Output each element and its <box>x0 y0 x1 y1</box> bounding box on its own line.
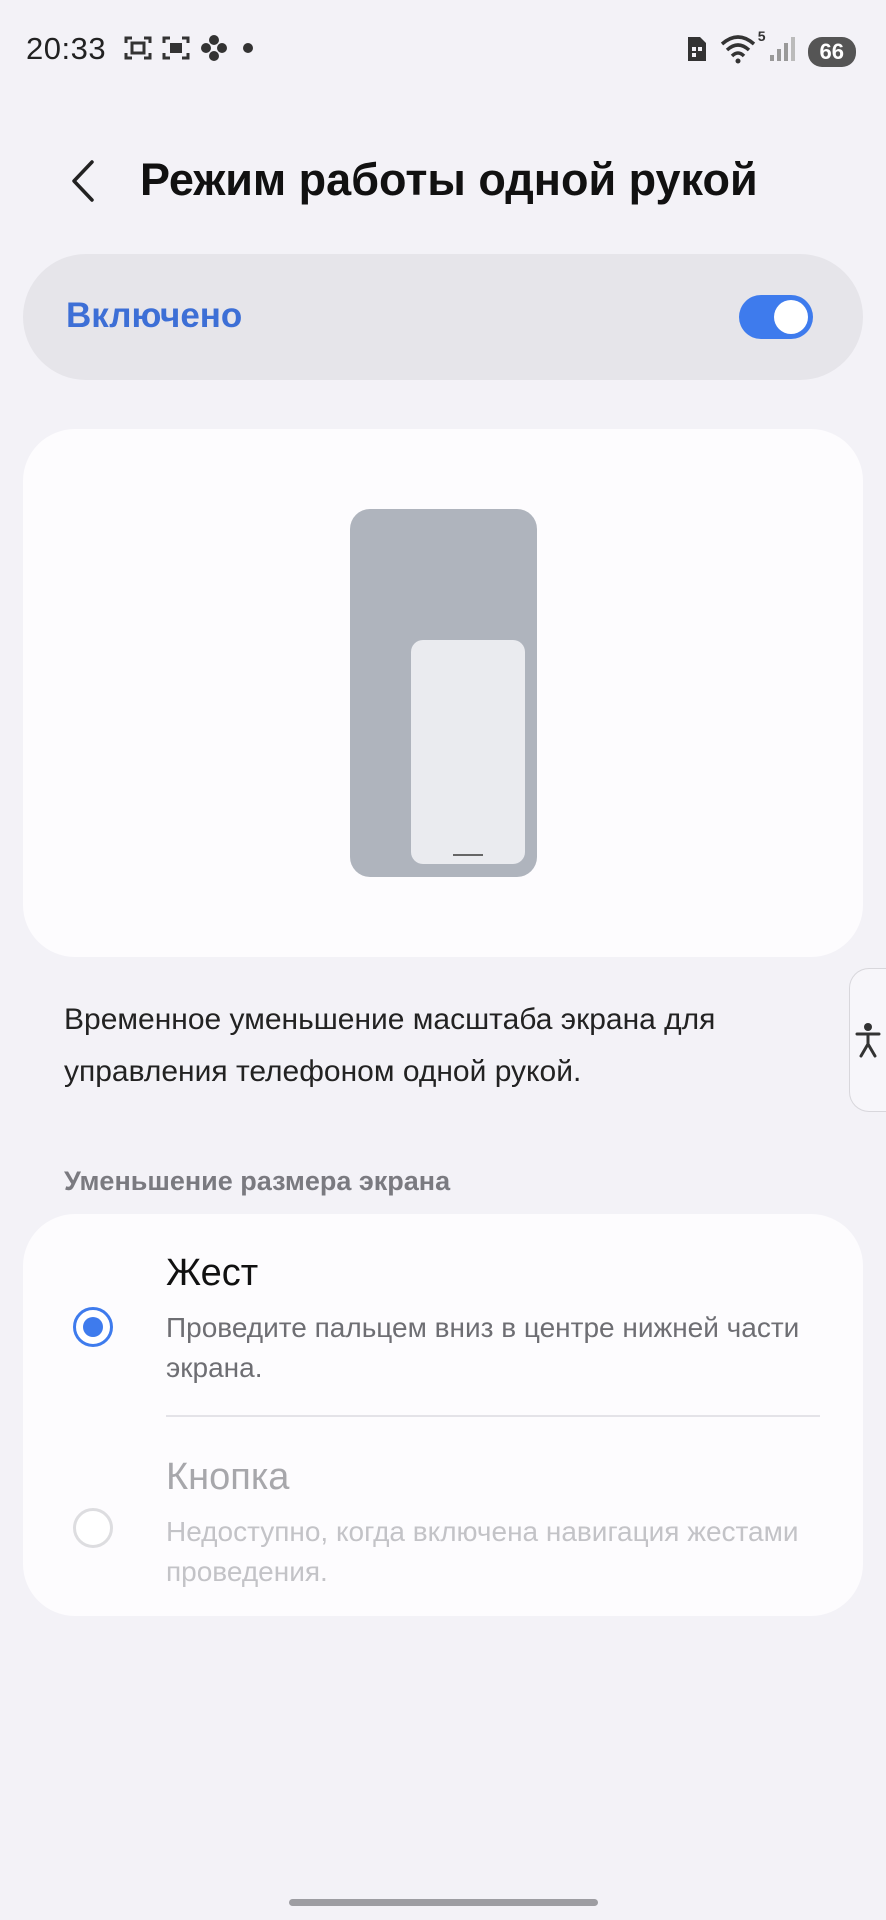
screenshot-gallery-icon <box>162 35 190 61</box>
option-gesture[interactable]: Жест Проведите пальцем вниз в центре ниж… <box>23 1252 863 1392</box>
dot-icon <box>238 38 258 58</box>
wifi-icon: 5 <box>720 28 766 69</box>
radio-button <box>73 1508 113 1548</box>
status-left-icons <box>124 34 258 62</box>
battery-indicator: 66 <box>807 36 856 67</box>
header: Режим работы одной рукой <box>0 150 886 210</box>
feature-description: Временное уменьшение масштаба экрана для… <box>64 1003 716 1088</box>
status-bar: 20:33 5 66 <box>0 0 886 100</box>
illustration-card <box>23 429 863 957</box>
master-switch-label: Включено <box>66 296 243 335</box>
gesture-handle-illustration <box>453 854 483 856</box>
option-subtitle: Недоступно, когда включена навигация жес… <box>166 1516 799 1587</box>
option-title: Кнопка <box>166 1456 290 1498</box>
accessibility-side-tab[interactable] <box>849 968 886 1112</box>
section-header: Уменьшение размера экрана <box>64 1166 451 1196</box>
options-card: Жест Проведите пальцем вниз в центре ниж… <box>23 1214 863 1616</box>
divider <box>166 1415 820 1417</box>
option-subtitle: Проведите пальцем вниз в центре нижней ч… <box>166 1312 800 1383</box>
sim-icon <box>686 35 708 68</box>
status-right-icons: 5 66 <box>686 28 856 69</box>
page-title: Режим работы одной рукой <box>140 154 758 205</box>
phone-illustration <box>350 509 537 877</box>
option-title: Жест <box>166 1252 259 1294</box>
screenshot-icon <box>124 35 152 61</box>
gesture-nav-handle[interactable] <box>289 1899 598 1906</box>
reduced-screen-illustration <box>411 640 525 864</box>
toggle-knob <box>774 300 808 334</box>
signal-icon <box>768 35 796 68</box>
option-button: Кнопка Недоступно, когда включена навига… <box>23 1456 863 1596</box>
status-time: 20:33 <box>26 31 107 66</box>
flower-icon <box>200 34 228 62</box>
master-toggle[interactable] <box>739 295 813 339</box>
accessibility-icon <box>855 1023 881 1058</box>
back-button[interactable] <box>58 156 108 206</box>
master-switch-bar[interactable]: Включено <box>23 254 863 380</box>
wifi-label: 5 <box>757 28 766 44</box>
chevron-left-icon <box>72 160 94 202</box>
radio-gesture[interactable] <box>73 1307 113 1347</box>
